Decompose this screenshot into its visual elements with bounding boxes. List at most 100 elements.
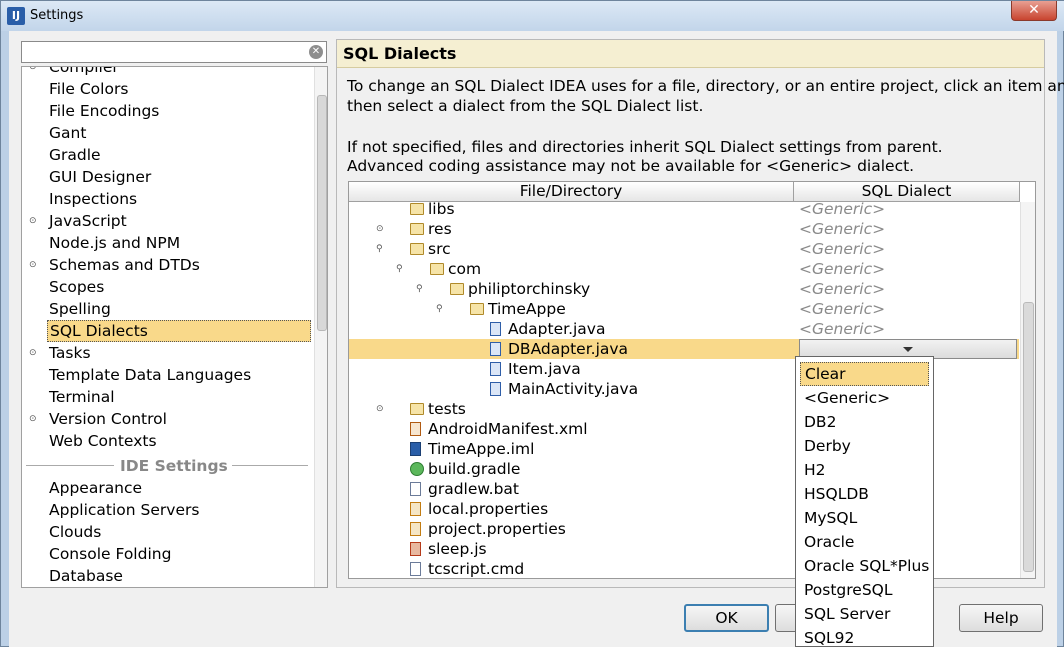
sidebar-item-template-data-languages[interactable]: Template Data Languages bbox=[22, 364, 312, 386]
table-scrollbar[interactable] bbox=[1020, 202, 1035, 578]
table-row[interactable]: libs <Generic> bbox=[349, 199, 1019, 219]
sidebar-item-label: Inspections bbox=[49, 190, 138, 208]
clear-search-icon[interactable]: ✕ bbox=[309, 45, 323, 59]
sidebar-item-sql-dialects[interactable]: SQL Dialects bbox=[22, 320, 312, 342]
file-name: project.properties bbox=[428, 520, 566, 538]
dialect-value[interactable]: <Generic> bbox=[799, 319, 885, 339]
ok-button[interactable]: OK bbox=[684, 604, 769, 632]
folder-icon bbox=[410, 203, 424, 215]
dropdown-option-postgresql[interactable]: PostgreSQL bbox=[800, 578, 929, 602]
ide-settings-separator: IDE Settings bbox=[22, 455, 312, 477]
panel-header: SQL Dialects bbox=[337, 40, 1044, 68]
sidebar-item-schemas-and-dtds[interactable]: ⊙ Schemas and DTDs bbox=[22, 254, 312, 276]
dropdown-option-hsqldb[interactable]: HSQLDB bbox=[800, 482, 929, 506]
sidebar-item-label: Database bbox=[49, 567, 123, 585]
expand-arrow-icon[interactable]: ⊙ bbox=[29, 67, 40, 73]
sidebar-item-label: File Colors bbox=[49, 80, 129, 98]
close-button[interactable]: ✕ bbox=[1011, 1, 1057, 21]
intellij-idea-icon: IJ bbox=[7, 7, 25, 25]
dialect-value[interactable]: <Generic> bbox=[799, 279, 885, 299]
sidebar-item-version-control[interactable]: ⊙ Version Control bbox=[22, 408, 312, 430]
sidebar-item-label: Web Contexts bbox=[49, 432, 157, 450]
collapse-arrow-icon[interactable]: ⚲ bbox=[436, 304, 446, 314]
sidebar-item-spelling[interactable]: Spelling bbox=[22, 298, 312, 320]
description-line-3: If not specified, files and directories … bbox=[347, 138, 943, 156]
dropdown-option-clear[interactable]: Clear bbox=[800, 362, 929, 386]
sidebar-item-file-encodings[interactable]: File Encodings bbox=[22, 100, 312, 122]
table-row[interactable]: ⚲ src <Generic> bbox=[349, 239, 1019, 259]
table-row[interactable]: ⊙ res <Generic> bbox=[349, 219, 1019, 239]
settings-search-input[interactable]: ✕ bbox=[21, 41, 327, 63]
window-title: Settings bbox=[30, 8, 84, 23]
dropdown-option-h2[interactable]: H2 bbox=[800, 458, 929, 482]
expand-arrow-icon[interactable]: ⊙ bbox=[29, 414, 40, 425]
expand-arrow-icon[interactable]: ⊙ bbox=[29, 216, 40, 227]
folder-icon bbox=[410, 243, 424, 255]
sidebar-item-database[interactable]: Database bbox=[22, 565, 312, 587]
properties-file-icon bbox=[410, 522, 421, 536]
sidebar-item-javascript[interactable]: ⊙ JavaScript bbox=[22, 210, 312, 232]
dialect-value[interactable]: <Generic> bbox=[799, 259, 885, 279]
chevron-down-icon[interactable] bbox=[903, 347, 913, 352]
sidebar-item-terminal[interactable]: Terminal bbox=[22, 386, 312, 408]
dialect-value[interactable]: <Generic> bbox=[799, 219, 885, 239]
file-name: libs bbox=[428, 200, 455, 218]
file-name: tcscript.cmd bbox=[428, 560, 525, 578]
gradle-file-icon bbox=[410, 462, 424, 476]
sidebar-item-gradle[interactable]: Gradle bbox=[22, 144, 312, 166]
description-line-1: To change an SQL Dialect IDEA uses for a… bbox=[347, 77, 1064, 95]
folder-icon bbox=[450, 283, 464, 295]
dropdown-option-sql-server[interactable]: SQL Server bbox=[800, 602, 929, 626]
dropdown-option-db2[interactable]: DB2 bbox=[800, 410, 929, 434]
settings-tree-scrollbar[interactable] bbox=[314, 67, 327, 587]
file-name: build.gradle bbox=[428, 460, 521, 478]
dropdown-option-derby[interactable]: Derby bbox=[800, 434, 929, 458]
js-file-icon bbox=[410, 542, 421, 556]
table-row[interactable]: ⚲ TimeAppe <Generic> bbox=[349, 299, 1019, 319]
folder-icon bbox=[430, 263, 444, 275]
sidebar-item-tasks[interactable]: ⊙ Tasks bbox=[22, 342, 312, 364]
scrollbar-thumb[interactable] bbox=[317, 95, 327, 331]
table-row[interactable]: Adapter.java <Generic> bbox=[349, 319, 1019, 339]
sidebar-item-gant[interactable]: Gant bbox=[22, 122, 312, 144]
dropdown-option-oracle[interactable]: Oracle bbox=[800, 530, 929, 554]
sidebar-item-file-colors[interactable]: File Colors bbox=[22, 78, 312, 100]
table-row[interactable]: ⚲ philiptorchinsky <Generic> bbox=[349, 279, 1019, 299]
sidebar-item-label: JavaScript bbox=[49, 212, 127, 230]
sidebar-item-console-folding[interactable]: Console Folding bbox=[22, 543, 312, 565]
expand-arrow-icon[interactable]: ⊙ bbox=[376, 404, 386, 414]
collapse-arrow-icon[interactable]: ⚲ bbox=[396, 264, 406, 274]
sidebar-item-node-js-and-npm[interactable]: Node.js and NPM bbox=[22, 232, 312, 254]
expand-arrow-icon[interactable]: ⊙ bbox=[29, 348, 40, 359]
collapse-arrow-icon[interactable]: ⚲ bbox=[416, 284, 426, 294]
expand-arrow-icon[interactable]: ⊙ bbox=[376, 224, 386, 234]
file-name: Adapter.java bbox=[508, 320, 606, 338]
table-row[interactable]: ⚲ com <Generic> bbox=[349, 259, 1019, 279]
expand-arrow-icon[interactable]: ⊙ bbox=[29, 260, 40, 271]
dropdown-option-generic[interactable]: <Generic> bbox=[800, 386, 929, 410]
sidebar-item-compiler[interactable]: ⊙ Compiler bbox=[22, 67, 312, 78]
dialect-value[interactable]: <Generic> bbox=[799, 239, 885, 259]
collapse-arrow-icon[interactable]: ⚲ bbox=[376, 244, 386, 254]
file-name: DBAdapter.java bbox=[508, 340, 629, 358]
file-name: AndroidManifest.xml bbox=[428, 420, 588, 438]
scrollbar-thumb[interactable] bbox=[1023, 302, 1034, 572]
file-name: MainActivity.java bbox=[508, 380, 639, 398]
settings-tree: ⊙ Compiler File Colors File Encodings Gant Gr… bbox=[21, 66, 328, 588]
panel-title: SQL Dialects bbox=[343, 44, 457, 63]
sidebar-item-appearance[interactable]: Appearance bbox=[22, 477, 312, 499]
dropdown-option-oracle-sql-plus[interactable]: Oracle SQL*Plus bbox=[800, 554, 929, 578]
sidebar-item-application-servers[interactable]: Application Servers bbox=[22, 499, 312, 521]
help-button[interactable]: Help bbox=[959, 604, 1043, 632]
sidebar-item-gui-designer[interactable]: GUI Designer bbox=[22, 166, 312, 188]
sidebar-item-web-contexts[interactable]: Web Contexts bbox=[22, 430, 312, 452]
dropdown-option-sql92[interactable]: SQL92 bbox=[800, 626, 929, 647]
dropdown-option-mysql[interactable]: MySQL bbox=[800, 506, 929, 530]
sidebar-item-label: Clouds bbox=[49, 523, 102, 541]
sidebar-item-clouds[interactable]: Clouds bbox=[22, 521, 312, 543]
dialect-value[interactable]: <Generic> bbox=[799, 299, 885, 319]
file-name: TimeAppe bbox=[488, 300, 566, 318]
sidebar-item-scopes[interactable]: Scopes bbox=[22, 276, 312, 298]
dialect-value[interactable]: <Generic> bbox=[799, 199, 885, 219]
sidebar-item-inspections[interactable]: Inspections bbox=[22, 188, 312, 210]
